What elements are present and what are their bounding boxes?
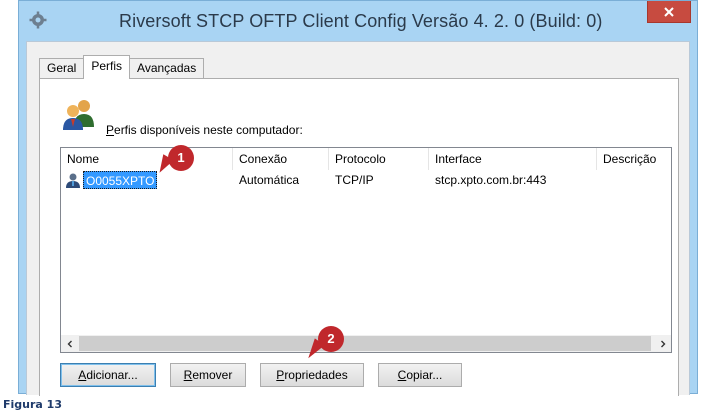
column-header-interface[interactable]: Interface	[429, 148, 597, 170]
scroll-left-button[interactable]	[61, 335, 78, 352]
user-icon	[65, 172, 81, 188]
description-cell	[597, 171, 603, 189]
perfis-panel: Perfis disponíveis neste computador: Nom…	[39, 78, 679, 396]
window-title: Riversoft STCP OFTP Client Config Versão…	[119, 11, 603, 31]
horizontal-scrollbar[interactable]	[61, 335, 671, 352]
profile-name-cell[interactable]: O0055XPTO	[83, 171, 158, 189]
close-icon	[664, 6, 674, 17]
callout-1-badge: 1	[168, 145, 194, 171]
column-header-descricao[interactable]: Descrição	[597, 148, 671, 170]
column-header-nome[interactable]: Nome	[61, 148, 233, 170]
add-button[interactable]: Adicionar...	[60, 363, 156, 387]
properties-button[interactable]: Propriedades	[260, 363, 364, 387]
tab-strip: Geral Perfis Avançadas	[39, 55, 205, 79]
column-header-protocolo[interactable]: Protocolo	[329, 148, 429, 170]
users-icon	[62, 97, 96, 131]
figure-caption: Figura 13	[3, 398, 62, 411]
chevron-right-icon	[660, 340, 665, 347]
callout-2-badge: 2	[318, 326, 344, 352]
app-window: Riversoft STCP OFTP Client Config Versão…	[18, 0, 698, 396]
close-button[interactable]	[647, 1, 691, 23]
column-header-conexao[interactable]: Conexão	[233, 148, 329, 170]
profiles-list[interactable]: Nome Conexão Protocolo Interface Descriç…	[60, 147, 672, 353]
dialog-client: Geral Perfis Avançadas Perfis disponívei…	[26, 41, 690, 396]
gear-icon	[29, 11, 47, 29]
scroll-right-button[interactable]	[654, 335, 671, 352]
title-bar[interactable]: Riversoft STCP OFTP Client Config Versão…	[19, 1, 697, 41]
interface-cell: stcp.xpto.com.br:443	[435, 173, 547, 187]
protocol-cell: TCP/IP	[335, 173, 374, 187]
chevron-left-icon	[67, 340, 72, 347]
tab-perfis[interactable]: Perfis	[83, 55, 131, 79]
copy-button[interactable]: Copiar...	[378, 363, 462, 387]
remove-button[interactable]: Remover	[170, 363, 246, 387]
tab-avancadas[interactable]: Avançadas	[129, 58, 205, 78]
scrollbar-thumb[interactable]	[79, 336, 651, 351]
table-row[interactable]: O0055XPTO Automática TCP/IP stcp.xpto.co…	[61, 171, 671, 189]
profiles-header-label: Perfis disponíveis neste computador:	[106, 123, 303, 137]
connection-cell: Automática	[239, 173, 300, 187]
tab-geral[interactable]: Geral	[39, 58, 85, 78]
